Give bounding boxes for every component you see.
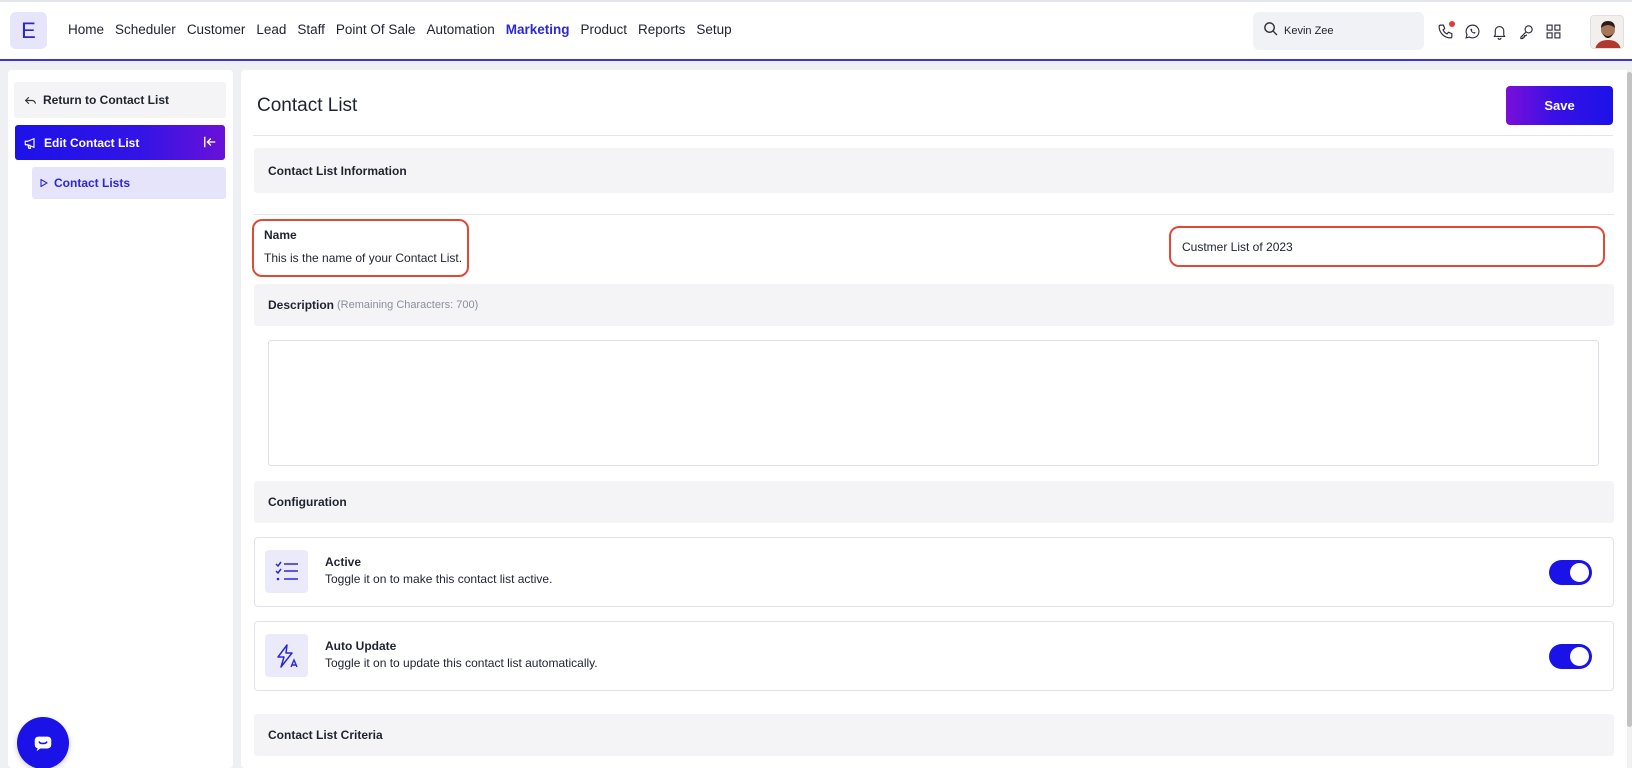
user-avatar[interactable] [1590,15,1624,49]
collapse-sidebar-icon[interactable] [203,135,217,149]
name-input[interactable] [1171,228,1603,265]
search-input[interactable] [1284,25,1414,37]
nav-item-home[interactable]: Home [68,22,104,37]
section-divider [254,214,1614,215]
auto-update-toggle[interactable] [1549,644,1592,669]
nav-item-lead[interactable]: Lead [256,22,286,37]
main-nav: Home Scheduler Customer Lead Staff Point… [68,22,743,37]
save-button[interactable]: Save [1506,86,1613,125]
nav-item-point-of-sale[interactable]: Point Of Sale [336,22,416,37]
toggle-knob [1570,647,1589,666]
nav-item-marketing[interactable]: Marketing [506,22,570,37]
name-input-wrapper [1169,226,1605,267]
nav-item-customer[interactable]: Customer [187,22,246,37]
notification-dot [1449,21,1455,27]
scrollbar-thumb[interactable] [1627,72,1632,727]
nav-item-reports[interactable]: Reports [638,22,685,37]
auto-update-description: Toggle it on to update this contact list… [325,656,598,670]
active-title: Active [325,555,362,569]
nav-item-staff[interactable]: Staff [297,22,325,37]
return-to-contact-list-link[interactable]: Return to Contact List [14,82,226,118]
nav-item-automation[interactable]: Automation [426,22,494,37]
key-icon[interactable] [1517,21,1535,41]
auto-update-title: Auto Update [325,639,397,653]
nav-item-setup[interactable]: Setup [696,22,731,37]
description-textarea[interactable] [268,340,1599,466]
section-configuration: Configuration [254,481,1614,523]
config-card-auto-update: Auto Update Toggle it on to update this … [254,621,1614,691]
bell-icon[interactable] [1490,21,1508,41]
main-content: Contact List Save Contact List Informati… [241,70,1632,768]
chat-icon [34,736,52,752]
active-toggle[interactable] [1549,560,1592,585]
name-help-text: This is the name of your Contact List. [264,251,463,265]
toggle-knob [1570,563,1589,582]
section-description: Description (Remaining Characters: 700) [254,284,1614,326]
description-label: Description [268,298,335,312]
name-field-label-group: Name This is the name of your Contact Li… [252,219,469,277]
sidebar-item-edit-contact-list[interactable]: Edit Contact List [15,125,225,160]
return-arrow-icon [24,96,36,104]
config-card-active: Active Toggle it on to make this contact… [254,537,1614,607]
name-label: Name [264,228,297,242]
auto-update-bolt-icon [265,634,308,677]
app-logo[interactable]: E [10,12,47,49]
search-icon [1263,21,1278,41]
main-scrollbar[interactable] [1627,70,1632,768]
return-link-label: Return to Contact List [43,93,169,107]
chat-support-button[interactable] [17,717,69,768]
page-title: Contact List [257,95,358,116]
sidebar-item-contact-lists[interactable]: Contact Lists [32,167,226,199]
section-contact-list-information: Contact List Information [254,148,1614,193]
grid-icon[interactable] [1544,21,1562,41]
section-contact-list-criteria: Contact List Criteria [254,714,1614,756]
megaphone-icon [24,137,35,149]
top-icon-group [1436,21,1562,41]
title-divider [253,135,1613,136]
triangle-right-icon [40,179,48,187]
whatsapp-icon[interactable] [1463,21,1481,41]
edit-contact-list-label: Edit Contact List [44,135,140,150]
top-navigation-bar: E Home Scheduler Customer Lead Staff Poi… [0,0,1632,61]
contact-lists-label: Contact Lists [54,176,131,190]
remaining-characters-hint: (Remaining Characters: 700) [337,299,479,311]
left-sidebar: Return to Contact List Edit Contact List… [8,70,233,768]
nav-item-scheduler[interactable]: Scheduler [115,22,176,37]
active-description: Toggle it on to make this contact list a… [325,572,553,586]
nav-item-product[interactable]: Product [581,22,628,37]
global-search[interactable] [1253,12,1424,50]
phone-icon[interactable] [1436,21,1455,41]
checklist-icon [265,550,308,593]
